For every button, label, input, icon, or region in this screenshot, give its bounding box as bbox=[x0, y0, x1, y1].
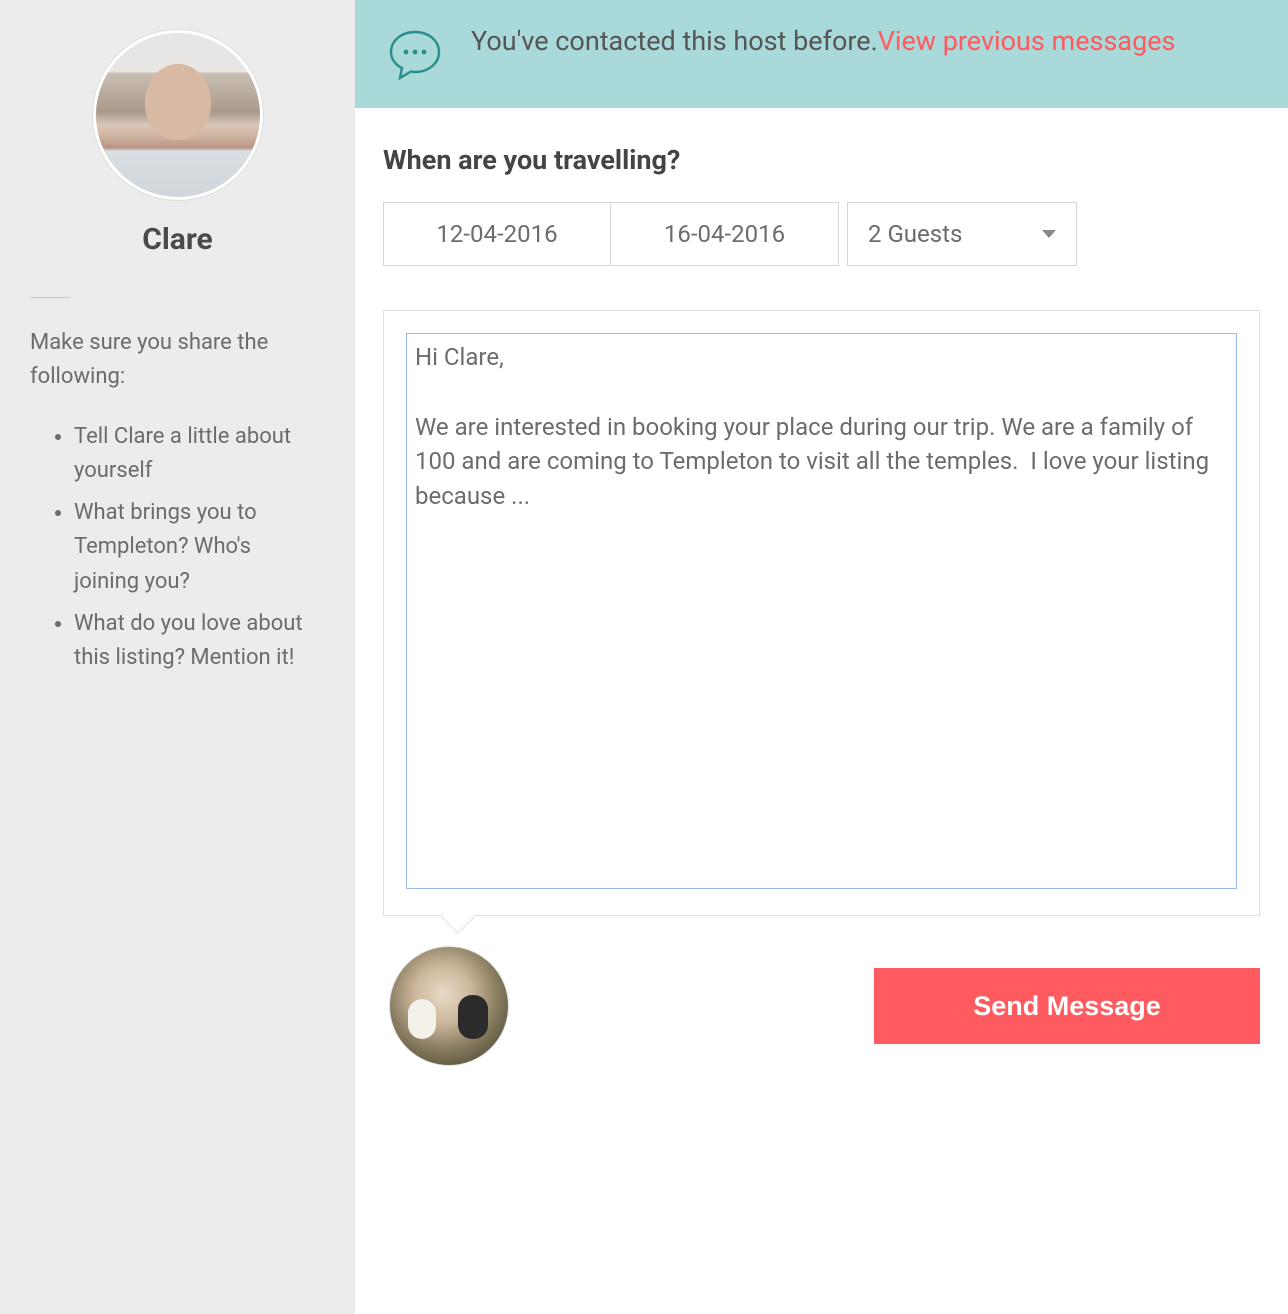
guests-value: 2 Guests bbox=[868, 220, 962, 248]
main-panel: You've contacted this host before.View p… bbox=[355, 0, 1288, 1314]
send-message-button[interactable]: Send Message bbox=[874, 968, 1260, 1044]
page-container: Clare Make sure you share the following:… bbox=[0, 0, 1288, 1314]
guests-select[interactable]: 2 Guests bbox=[847, 202, 1077, 266]
form-content: When are you travelling? 12-04-2016 16-0… bbox=[355, 108, 1288, 1094]
banner-message: You've contacted this host before. bbox=[471, 25, 878, 57]
host-avatar[interactable] bbox=[93, 30, 263, 200]
info-banner: You've contacted this host before.View p… bbox=[355, 0, 1288, 108]
tip-item: Tell Clare a little about yourself bbox=[74, 420, 325, 488]
chat-bubble-icon bbox=[387, 26, 443, 82]
message-input[interactable] bbox=[406, 333, 1237, 889]
sidebar-prompt: Make sure you share the following: bbox=[30, 326, 325, 394]
checkout-value: 16-04-2016 bbox=[664, 220, 785, 248]
tips-list: Tell Clare a little about yourself What … bbox=[30, 420, 325, 675]
message-box-container bbox=[383, 310, 1260, 916]
user-avatar[interactable] bbox=[389, 946, 509, 1066]
travel-question-heading: When are you travelling? bbox=[383, 144, 1260, 176]
checkout-input[interactable]: 16-04-2016 bbox=[611, 202, 839, 266]
sidebar-divider bbox=[30, 297, 70, 298]
tip-item: What do you love about this listing? Men… bbox=[74, 607, 325, 675]
chevron-down-icon bbox=[1042, 230, 1056, 238]
host-avatar-block: Clare bbox=[30, 30, 325, 257]
tip-item: What brings you to Templeton? Who's join… bbox=[74, 496, 325, 598]
bottom-row: Send Message bbox=[383, 946, 1260, 1066]
date-guest-row: 12-04-2016 16-04-2016 2 Guests bbox=[383, 202, 1260, 266]
host-name: Clare bbox=[142, 222, 213, 257]
checkin-value: 12-04-2016 bbox=[436, 220, 557, 248]
checkin-input[interactable]: 12-04-2016 bbox=[383, 202, 611, 266]
sidebar: Clare Make sure you share the following:… bbox=[0, 0, 355, 1314]
banner-text: You've contacted this host before.View p… bbox=[471, 22, 1175, 61]
speech-tail-decoration bbox=[441, 900, 475, 934]
view-previous-messages-link[interactable]: View previous messages bbox=[878, 25, 1176, 57]
